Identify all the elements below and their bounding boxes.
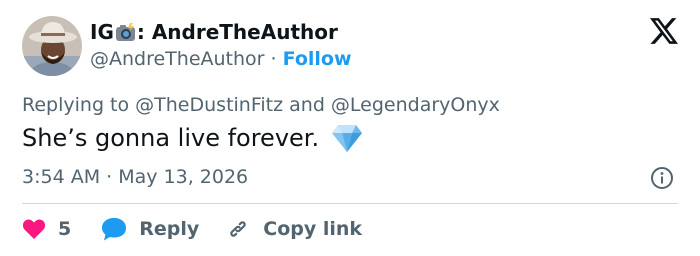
gem-stone-icon bbox=[331, 123, 363, 153]
tweet-timestamp[interactable]: 3:54 AM · May 13, 2026 bbox=[22, 166, 248, 188]
divider bbox=[22, 203, 678, 204]
avatar[interactable] bbox=[22, 16, 82, 76]
reply-label: Reply bbox=[139, 218, 200, 240]
reply-joiner: and bbox=[283, 94, 331, 116]
author-handle-row: @AndreTheAuthor · Follow bbox=[90, 48, 352, 70]
author-handle[interactable]: @AndreTheAuthor bbox=[90, 48, 265, 70]
copy-link-label: Copy link bbox=[263, 218, 363, 240]
tweet-text: She’s gonna live forever. bbox=[22, 124, 320, 152]
reply-button[interactable]: Reply bbox=[101, 217, 199, 241]
mention-thedustinfitz[interactable]: @TheDustinFitz bbox=[135, 94, 283, 116]
handle-separator: · bbox=[264, 48, 283, 70]
mention-legendaryonyx[interactable]: @LegendaryOnyx bbox=[331, 94, 500, 116]
tweet-body: She’s gonna live forever. bbox=[22, 122, 363, 154]
link-icon bbox=[225, 216, 251, 242]
author-display-name[interactable]: IG : AndreTheAuthor bbox=[90, 20, 338, 44]
speech-bubble-icon bbox=[101, 217, 127, 241]
display-name-prefix: IG bbox=[90, 20, 114, 44]
heart-icon bbox=[22, 218, 46, 240]
display-name-suffix: : AndreTheAuthor bbox=[136, 20, 338, 44]
follow-button[interactable]: Follow bbox=[283, 48, 352, 70]
camera-with-flash-icon bbox=[115, 22, 136, 42]
reply-prefix: Replying to bbox=[22, 94, 136, 116]
reply-context: Replying to @TheDustinFitz and @Legendar… bbox=[22, 94, 500, 116]
tweet-card: IG : AndreTheAuthor @AndreTheAuthor · Fo… bbox=[0, 0, 700, 256]
info-icon[interactable] bbox=[650, 166, 674, 190]
action-bar: 5 Reply Copy link bbox=[22, 214, 362, 244]
like-button[interactable]: 5 bbox=[22, 218, 71, 240]
like-count: 5 bbox=[58, 218, 72, 240]
copy-link-button[interactable]: Copy link bbox=[225, 216, 362, 242]
x-logo-icon[interactable] bbox=[650, 18, 678, 44]
